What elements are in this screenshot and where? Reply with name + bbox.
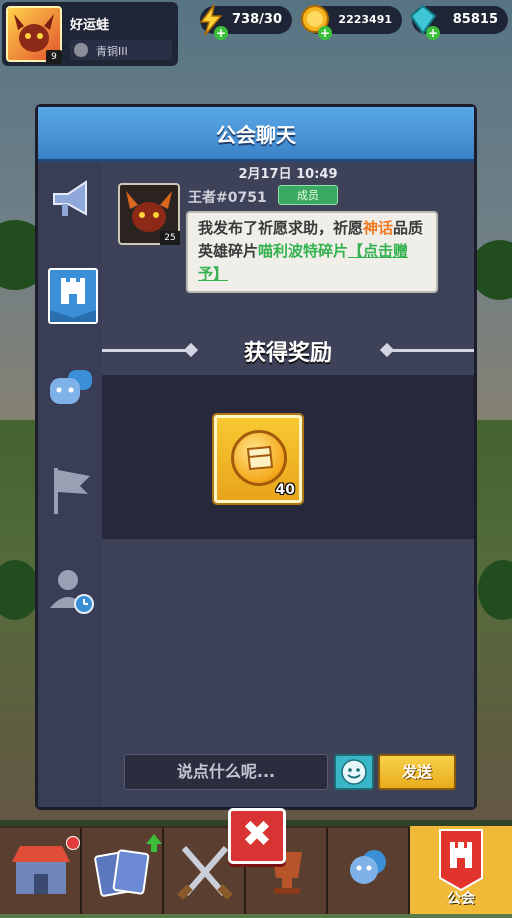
player-name: 好运蛙 (70, 18, 110, 33)
sidebar-item-team[interactable] (46, 462, 96, 514)
notification-dot (66, 836, 80, 850)
sender-level: 25 (160, 231, 180, 245)
sidebar-item-private[interactable] (46, 562, 96, 614)
megaphone-icon (53, 180, 87, 216)
nav-tab-friends[interactable] (328, 828, 410, 914)
reward-item[interactable]: 40 (214, 415, 302, 503)
sidebar-item-chat[interactable] (46, 362, 96, 412)
cards-icon (94, 834, 162, 897)
add-energy-button[interactable]: + (214, 26, 228, 40)
sender-name: 王者#0751 (188, 190, 267, 206)
guild-icon (439, 829, 483, 892)
nav-tab-shop[interactable] (0, 828, 82, 914)
message-text: 我发布了祈愿求助，祈愿神话品质英雄碎片喵利波特碎片【点击赠予】 (198, 217, 430, 286)
player-profile[interactable]: 9 好运蛙 青铜III (2, 2, 178, 66)
reward-title-row: 获得奖励 (102, 339, 474, 366)
add-gold-button[interactable]: + (318, 26, 332, 40)
send-button[interactable]: 发送 (378, 754, 456, 790)
reward-count: 40 (275, 482, 295, 498)
flag-icon (54, 468, 90, 514)
message-timestamp: 2月17日 10:49 (238, 167, 338, 182)
friends-icon (350, 850, 386, 884)
close-button[interactable]: ✖ (228, 808, 286, 864)
chat-face-icon (50, 370, 92, 404)
rank-badge: 青铜III (70, 40, 172, 60)
chat-channel-sidebar (38, 162, 102, 807)
panel-title: 公会聊天 (216, 123, 296, 147)
avatar-level: 9 (46, 50, 62, 64)
top-hud: 9 好运蛙 青铜III + 738/30 + 2223491 + 85815 (0, 0, 512, 70)
gem-value: 85815 (452, 12, 498, 27)
bronze-rank-icon (74, 43, 88, 57)
nav-tab-guild[interactable]: 公会 (410, 826, 512, 914)
smiley-icon (341, 759, 367, 785)
emoji-button[interactable] (334, 754, 374, 790)
user-clock-icon (50, 570, 94, 614)
sidebar-item-broadcast[interactable] (46, 174, 96, 224)
gold-counter[interactable]: + 2223491 (301, 5, 402, 40)
guild-coin-icon (231, 430, 287, 486)
rank-label: 青铜III (96, 45, 128, 58)
divider (386, 349, 474, 352)
nav-label-guild: 公会 (447, 891, 475, 907)
hero-name-highlight: 喵利波特碎片 (258, 242, 349, 260)
energy-counter[interactable]: + 738/30 (199, 4, 292, 40)
guild-chat-panel: 公会聊天 2月17日 10:49 25 王者#0751 成员 我发布了祈愿求助，… (35, 104, 477, 810)
nav-tab-cards[interactable] (82, 828, 164, 914)
panel-header: 公会聊天 (38, 107, 474, 162)
add-gem-button[interactable]: + (426, 26, 440, 40)
castle-flag-icon (50, 278, 96, 322)
chest-icon (246, 445, 274, 471)
rarity-highlight: 神话 (363, 219, 394, 237)
sidebar-item-guild[interactable] (48, 268, 98, 324)
gold-value: 2223491 (338, 13, 392, 26)
energy-value: 738/30 (232, 12, 282, 27)
gem-counter[interactable]: + 85815 (409, 4, 508, 40)
chat-input[interactable]: 说点什么呢... (124, 754, 328, 790)
member-badge: 成员 (278, 185, 338, 205)
message-bubble[interactable]: 我发布了祈愿求助，祈愿神话品质英雄碎片喵利波特碎片【点击赠予】 (186, 211, 438, 293)
message-text-part: 我发布了祈愿求助，祈愿 (198, 219, 364, 237)
